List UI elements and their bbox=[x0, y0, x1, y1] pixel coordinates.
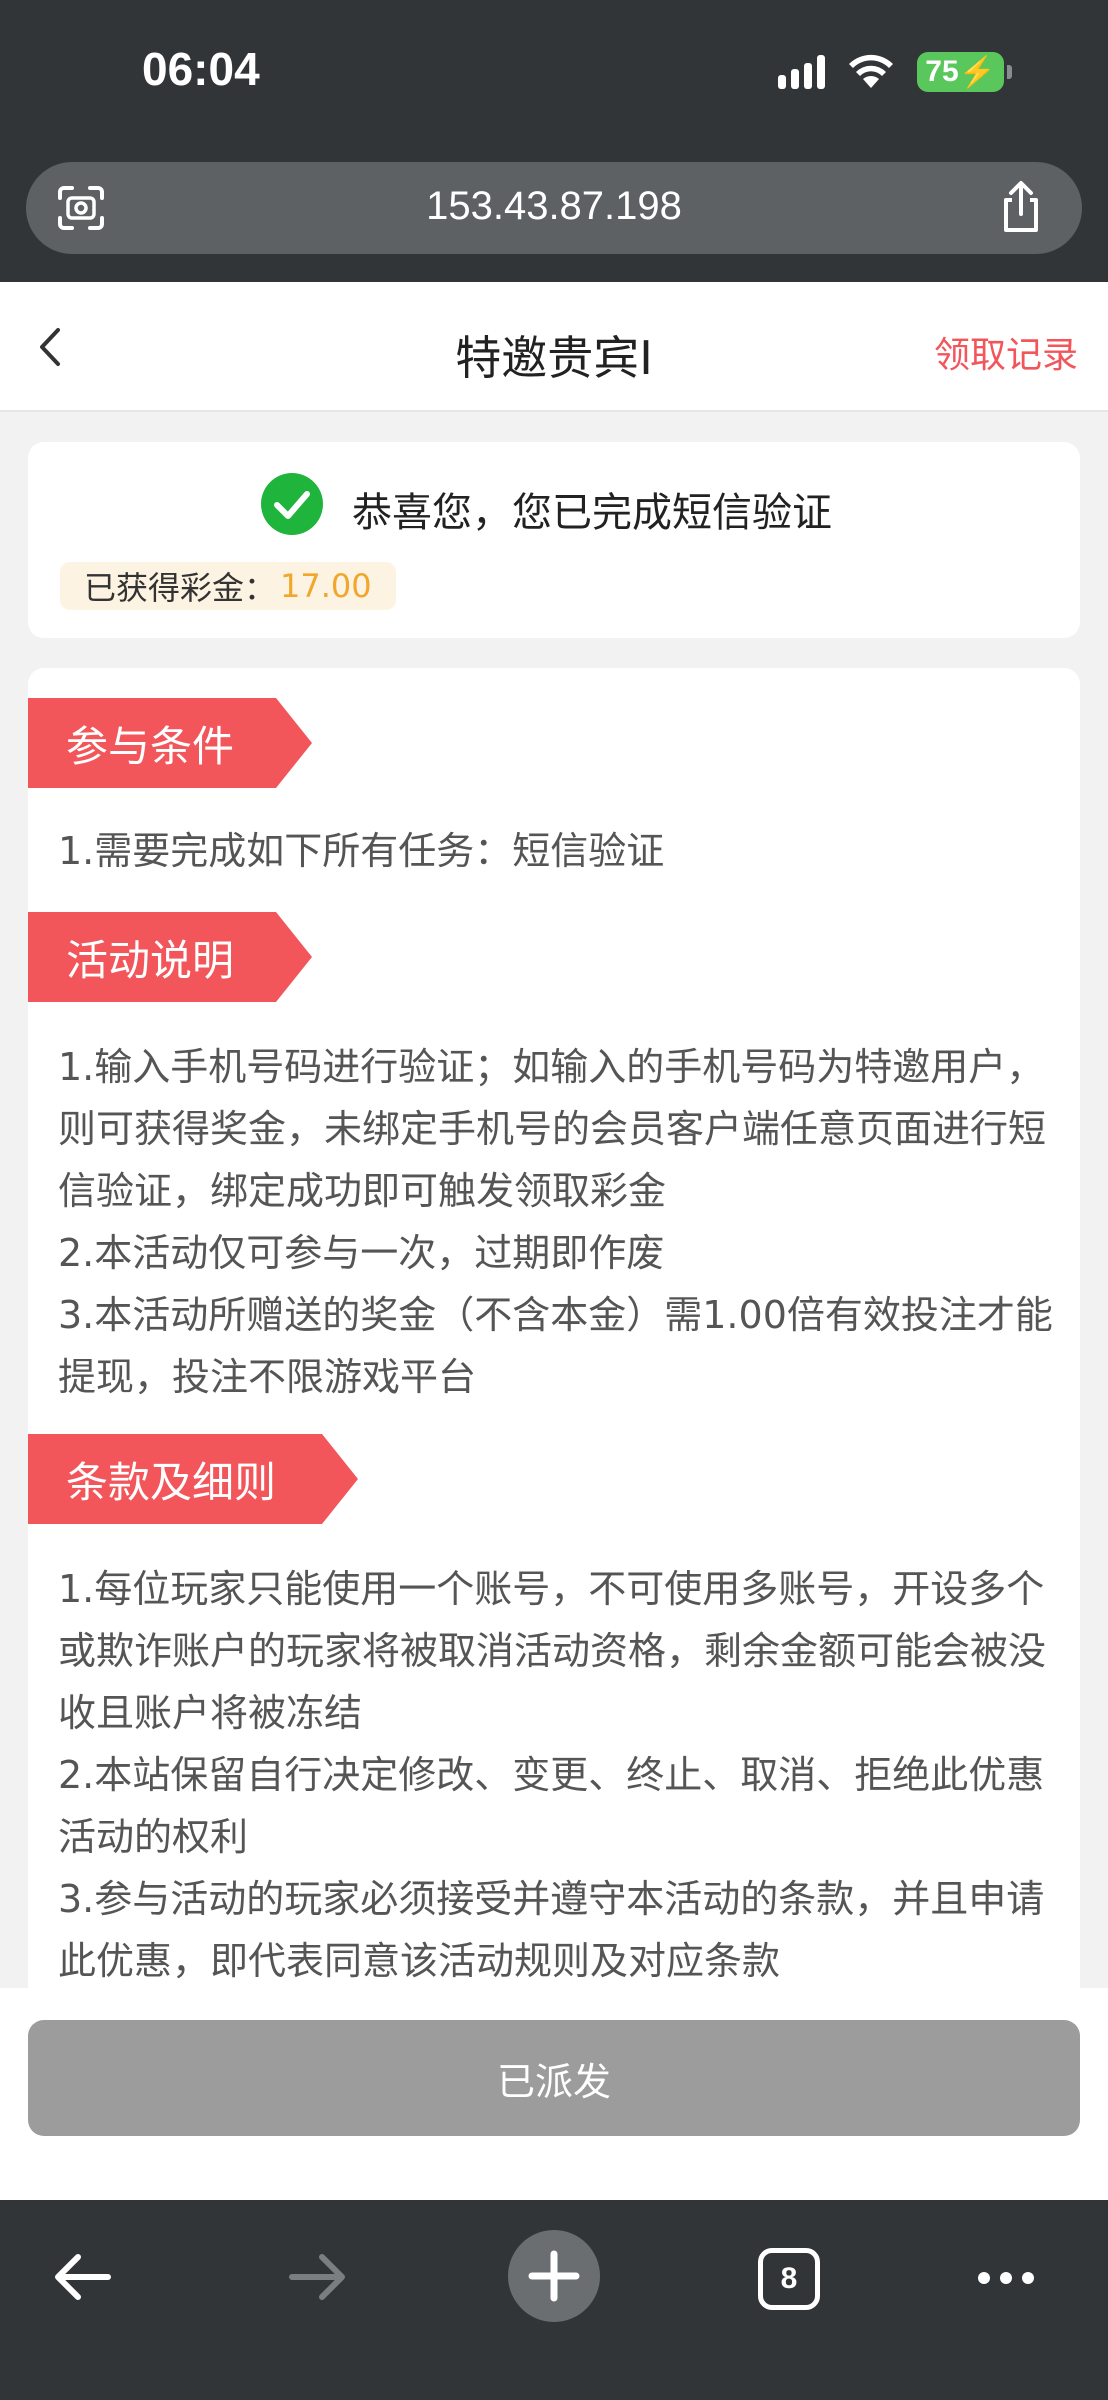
tabs-count-button[interactable]: 8 bbox=[758, 2248, 820, 2310]
conditions-text: 1.需要完成如下所有任务：短信验证 bbox=[58, 820, 1058, 882]
claim-record-link[interactable]: 领取记录 bbox=[934, 326, 1078, 378]
browser-bottom-toolbar: 8 bbox=[0, 2200, 1108, 2400]
status-indicators: 75 ⚡ bbox=[778, 52, 1012, 92]
battery-level: 75 ⚡ bbox=[917, 52, 1004, 92]
list-item: 2.本活动仅可参与一次，过期即作废 bbox=[58, 1231, 665, 1275]
bonus-badge: 已获得彩金： 17.00 bbox=[60, 562, 396, 610]
list-item: 3.参与活动的玩家必须接受并遵守本活动的条款，并且申请此优惠，即代表同意该活动规… bbox=[58, 1877, 1045, 1983]
plus-icon bbox=[528, 2250, 580, 2302]
share-icon[interactable] bbox=[998, 180, 1044, 234]
page-header: 特邀贵宾I 领取记录 bbox=[0, 282, 1108, 412]
battery-icon: 75 ⚡ bbox=[917, 52, 1012, 92]
verification-success-card: 恭喜您，您已完成短信验证 已获得彩金： 17.00 bbox=[28, 442, 1080, 638]
address-bar[interactable]: 153.43.87.198 bbox=[26, 162, 1082, 254]
section-title-conditions: 参与条件 bbox=[28, 698, 312, 788]
action-area: 已派发 bbox=[0, 1988, 1108, 2200]
list-item: 1.输入手机号码进行验证；如输入的手机号码为特邀用户，则可获得奖金，未绑定手机号… bbox=[58, 1045, 1047, 1213]
cellular-signal-icon bbox=[778, 55, 826, 89]
wifi-icon bbox=[849, 54, 894, 88]
new-tab-button[interactable] bbox=[508, 2230, 600, 2322]
status-time: 06:04 bbox=[142, 43, 260, 95]
browser-top-chrome: 06:04 75 ⚡ 153.43.87.198 bbox=[0, 0, 1108, 282]
url-text[interactable]: 153.43.87.198 bbox=[26, 184, 1082, 229]
success-message: 恭喜您，您已完成短信验证 bbox=[352, 490, 832, 536]
bonus-label: 已获得彩金： bbox=[84, 569, 277, 607]
arrow-right-icon[interactable] bbox=[286, 2252, 350, 2302]
more-dots-icon[interactable] bbox=[976, 2268, 1036, 2288]
section-title-description: 活动说明 bbox=[28, 912, 312, 1002]
check-circle-icon bbox=[261, 473, 323, 535]
list-item: 1.每位玩家只能使用一个账号，不可使用多账号，开设多个或欺诈账户的玩家将被取消活… bbox=[58, 1567, 1047, 1735]
activity-rules-card: 参与条件 1.需要完成如下所有任务：短信验证 活动说明 1.输入手机号码进行验证… bbox=[28, 668, 1080, 1988]
terms-text: 1.每位玩家只能使用一个账号，不可使用多账号，开设多个或欺诈账户的玩家将被取消活… bbox=[58, 1558, 1058, 1988]
section-title-terms: 条款及细则 bbox=[28, 1434, 358, 1524]
description-text: 1.输入手机号码进行验证；如输入的手机号码为特邀用户，则可获得奖金，未绑定手机号… bbox=[58, 1036, 1058, 1408]
bonus-value: 17.00 bbox=[280, 567, 372, 605]
list-item: 1.需要完成如下所有任务：短信验证 bbox=[58, 829, 665, 873]
list-item: 2.本站保留自行决定修改、变更、终止、取消、拒绝此优惠活动的权利 bbox=[58, 1753, 1045, 1859]
list-item: 3.本活动所赠送的奖金（不含本金）需1.00倍有效投注才能提现，投注不限游戏平台 bbox=[58, 1293, 1053, 1399]
dispatched-button[interactable]: 已派发 bbox=[28, 2020, 1080, 2136]
arrow-left-icon[interactable] bbox=[50, 2252, 114, 2302]
